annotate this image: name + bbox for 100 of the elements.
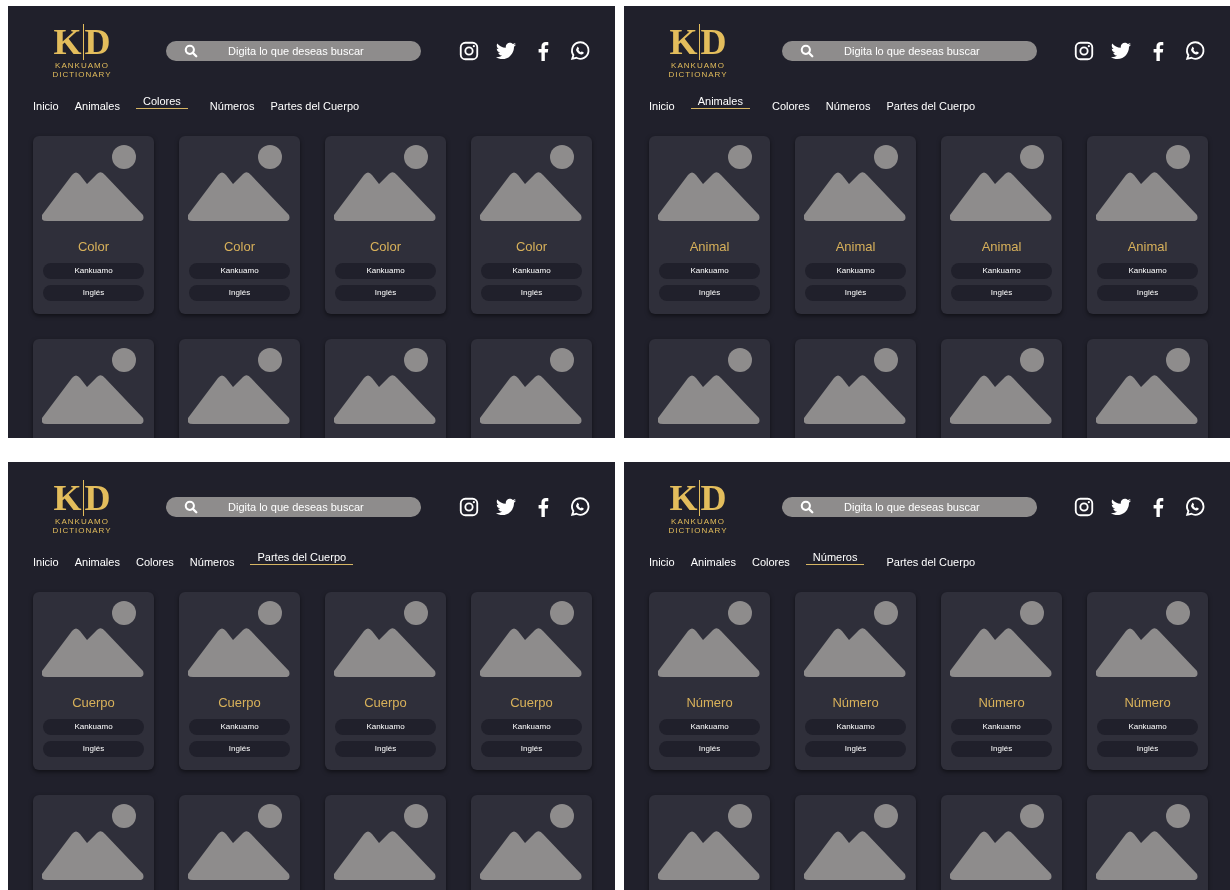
nav-tab[interactable]: Colores: [771, 99, 810, 113]
nav-tab[interactable]: Partes del Cuerpo: [886, 555, 976, 569]
translation-label: Inglés: [43, 741, 144, 757]
search-icon: [184, 44, 198, 58]
chat-phone-icon[interactable]: [569, 496, 591, 518]
logo-letters[interactable]: KD: [53, 23, 111, 60]
translation-label: Inglés: [659, 285, 760, 301]
search-field[interactable]: Digita lo que deseas buscar: [782, 41, 1037, 61]
translation-label: Inglés: [1097, 741, 1198, 757]
image-placeholder-icon: [42, 601, 145, 677]
image-placeholder-icon: [658, 145, 761, 221]
word-card[interactable]: Cuerpo Kankuamo Inglés: [33, 592, 154, 770]
nav-tab[interactable]: Animales: [690, 555, 736, 569]
nav-tab[interactable]: Inicio: [649, 99, 675, 113]
logo-letters[interactable]: KD: [669, 479, 727, 516]
nav-tab[interactable]: Números: [189, 555, 235, 569]
card-title: Cuerpo: [72, 695, 115, 711]
word-card[interactable]: Color Kankuamo Inglés: [471, 136, 592, 314]
image-placeholder-icon: [188, 804, 291, 880]
translation-label: Inglés: [951, 741, 1052, 757]
image-placeholder-icon: [804, 145, 907, 221]
nav-tab[interactable]: Animales: [74, 555, 120, 569]
card-title: Animal: [689, 239, 730, 255]
word-card[interactable]: Animal Kankuamo Inglés: [649, 136, 770, 314]
nav-tab[interactable]: Números: [805, 550, 865, 565]
nav-tab[interactable]: Colores: [135, 94, 188, 109]
nav-tab[interactable]: Colores: [751, 555, 790, 569]
word-card[interactable]: Cuerpo Kankuamo Inglés: [179, 592, 300, 770]
nav-tab[interactable]: Animales: [74, 99, 120, 113]
word-card[interactable]: Número Kankuamo Inglés: [649, 592, 770, 770]
translation-label: Kankuamo: [951, 719, 1052, 735]
word-card[interactable]: Número Kankuamo Inglés: [941, 592, 1062, 770]
image-placeholder-icon: [334, 145, 437, 221]
translation-label: Kankuamo: [481, 263, 582, 279]
translation-label: Inglés: [805, 741, 906, 757]
image-placeholder-icon: [334, 601, 437, 677]
logo-text: DICTIONARY: [668, 69, 728, 79]
search-icon: [800, 44, 814, 58]
image-placeholder-icon: [42, 348, 145, 424]
translation-label: Inglés: [335, 741, 436, 757]
card-title: Animal: [1127, 239, 1168, 255]
translation-label: Kankuamo: [805, 719, 906, 735]
bird-icon[interactable]: [1110, 40, 1132, 62]
nav-tab[interactable]: Colores: [135, 555, 174, 569]
translation-label: Inglés: [481, 741, 582, 757]
word-card[interactable]: Cuerpo Kankuamo Inglés: [471, 592, 592, 770]
logo-text: KANKUAMO: [55, 60, 109, 70]
nav-tab[interactable]: Inicio: [33, 99, 59, 113]
camera-icon[interactable]: [1073, 496, 1095, 518]
chat-phone-icon[interactable]: [569, 40, 591, 62]
camera-icon[interactable]: [458, 40, 480, 62]
word-card[interactable]: Color Kankuamo Inglés: [325, 136, 446, 314]
translation-label: Kankuamo: [43, 263, 144, 279]
chat-phone-icon[interactable]: [1184, 40, 1206, 62]
image-placeholder-icon: [480, 145, 583, 221]
translation-label: Inglés: [1097, 285, 1198, 301]
chat-phone-icon[interactable]: [1184, 496, 1206, 518]
search-field[interactable]: Digita lo que deseas buscar: [782, 497, 1037, 517]
image-placeholder-icon: [950, 601, 1053, 677]
image-placeholder-icon: [480, 348, 583, 424]
word-card[interactable]: Color Kankuamo Inglés: [179, 136, 300, 314]
translation-label: Inglés: [43, 285, 144, 301]
image-placeholder-icon: [804, 601, 907, 677]
logo-text: DICTIONARY: [668, 525, 728, 535]
word-card[interactable]: Número Kankuamo Inglés: [795, 592, 916, 770]
word-card[interactable]: Cuerpo Kankuamo Inglés: [325, 592, 446, 770]
nav-tab[interactable]: Inicio: [649, 555, 675, 569]
logo-letters[interactable]: KD: [53, 479, 111, 516]
word-card[interactable]: Número Kankuamo Inglés: [1087, 592, 1208, 770]
nav-tab[interactable]: Partes del Cuerpo: [270, 99, 360, 113]
logo-letters[interactable]: KD: [669, 23, 727, 60]
camera-icon[interactable]: [458, 496, 480, 518]
bird-icon[interactable]: [495, 496, 517, 518]
word-card[interactable]: Animal Kankuamo Inglés: [1087, 136, 1208, 314]
nav-tab[interactable]: Números: [825, 99, 871, 113]
card-title: Número: [978, 695, 1025, 711]
image-placeholder-icon: [804, 348, 907, 424]
nav-tab[interactable]: Partes del Cuerpo: [250, 550, 354, 565]
search-field[interactable]: Digita lo que deseas buscar: [166, 497, 421, 517]
image-placeholder-icon: [658, 804, 761, 880]
translation-label: Kankuamo: [335, 719, 436, 735]
translation-label: Inglés: [805, 285, 906, 301]
word-card[interactable]: Animal Kankuamo Inglés: [795, 136, 916, 314]
nav-tab[interactable]: Inicio: [33, 555, 59, 569]
nav-tab[interactable]: Partes del Cuerpo: [886, 99, 976, 113]
bird-icon[interactable]: [495, 40, 517, 62]
image-placeholder-icon: [1096, 348, 1199, 424]
logo-text: DICTIONARY: [52, 525, 112, 535]
word-card[interactable]: Color Kankuamo Inglés: [33, 136, 154, 314]
nav-tab[interactable]: Animales: [690, 94, 750, 109]
image-placeholder-icon: [334, 348, 437, 424]
translation-label: Kankuamo: [1097, 263, 1198, 279]
bird-icon[interactable]: [1110, 496, 1132, 518]
card-title: Color: [223, 239, 256, 255]
nav-tab[interactable]: Números: [209, 99, 255, 113]
word-card[interactable]: Animal Kankuamo Inglés: [941, 136, 1062, 314]
card-title: Animal: [835, 239, 876, 255]
translation-label: Inglés: [189, 741, 290, 757]
camera-icon[interactable]: [1073, 40, 1095, 62]
search-field[interactable]: Digita lo que deseas buscar: [166, 41, 421, 61]
